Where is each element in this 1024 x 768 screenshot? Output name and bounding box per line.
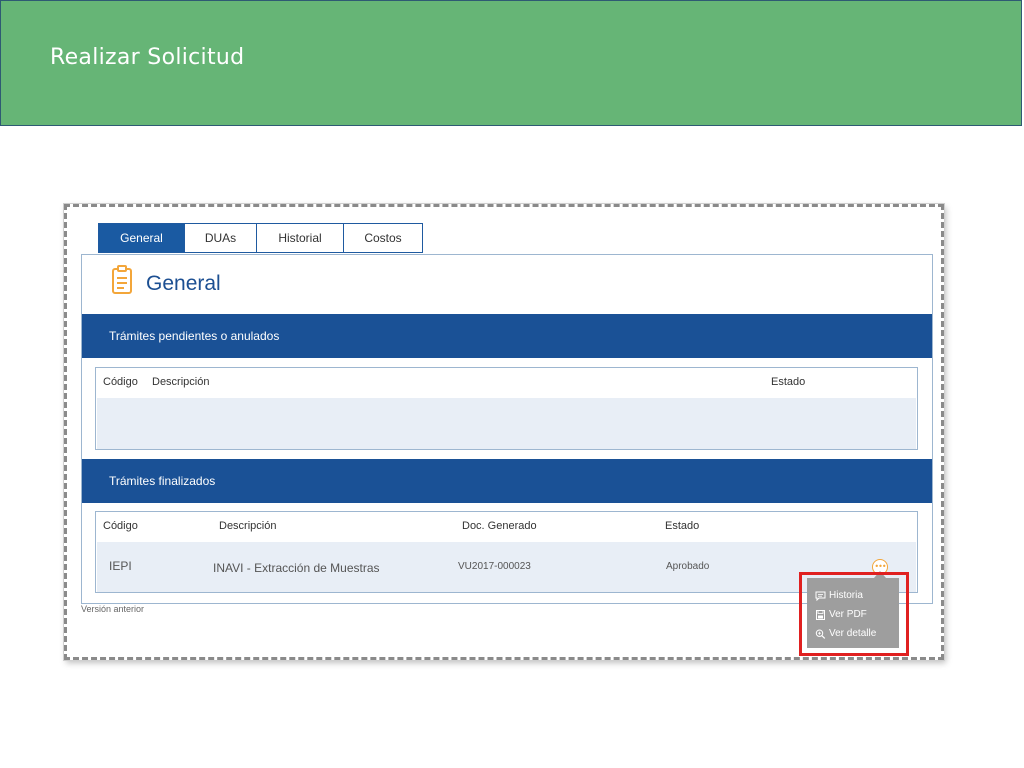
column-header-descripcion: Descripción xyxy=(219,520,277,532)
slide-header: Realizar Solicitud xyxy=(0,0,1022,126)
finished-section-title: Trámites finalizados xyxy=(109,474,216,488)
column-header-estado: Estado xyxy=(771,376,806,388)
tab-bar: General DUAs Historial Costos xyxy=(98,223,423,253)
column-header-codigo: Código xyxy=(103,520,138,532)
cell-codigo: IEPI xyxy=(109,559,132,573)
page-title: General xyxy=(146,272,221,295)
previous-version-link[interactable]: Versión anterior xyxy=(81,604,144,614)
highlight-annotation xyxy=(799,572,909,656)
column-header-descripcion: Descripción xyxy=(152,376,210,388)
slide-title: Realizar Solicitud xyxy=(50,45,245,70)
column-header-estado: Estado xyxy=(665,520,700,532)
pending-section-title: Trámites pendientes o anulados xyxy=(109,329,280,343)
tab-costos[interactable]: Costos xyxy=(344,223,423,253)
column-header-doc-generado: Doc. Generado xyxy=(462,520,537,532)
pending-section-header: Trámites pendientes o anulados xyxy=(82,314,932,358)
tab-duas[interactable]: DUAs xyxy=(185,223,257,253)
column-header-codigo: Código xyxy=(103,376,138,388)
cell-doc-generado[interactable]: VU2017-000023 xyxy=(458,561,531,572)
clipboard-icon xyxy=(112,265,132,294)
finished-table: Código Descripción Doc. Generado Estado … xyxy=(95,511,918,593)
finished-section-header: Trámites finalizados xyxy=(82,459,932,503)
pending-table: Código Descripción Estado xyxy=(95,367,918,450)
tab-general[interactable]: General xyxy=(98,223,185,253)
empty-table-body xyxy=(97,398,916,449)
tab-historial[interactable]: Historial xyxy=(257,223,344,253)
cell-estado: Aprobado xyxy=(666,561,710,572)
cell-descripcion: INAVI - Extracción de Muestras xyxy=(213,561,380,575)
table-row[interactable]: IEPI INAVI - Extracción de Muestras VU20… xyxy=(97,542,916,592)
